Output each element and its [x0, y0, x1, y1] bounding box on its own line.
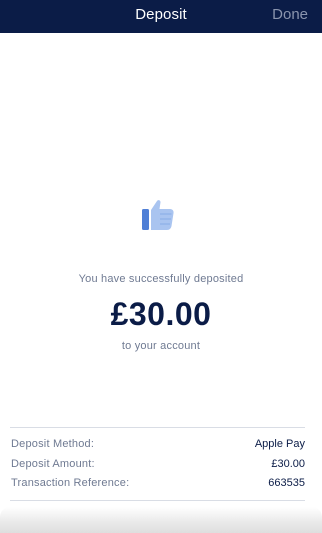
done-button[interactable]: Done — [272, 6, 308, 23]
detail-label: Transaction Reference: — [11, 477, 130, 489]
detail-row-deposit-method: Deposit Method: Apple Pay — [11, 436, 305, 452]
detail-value: Apple Pay — [254, 438, 305, 450]
detail-row-transaction-reference: Transaction Reference: 663535 — [11, 475, 305, 491]
thumbs-up-icon — [142, 200, 174, 230]
details-divider-top — [10, 427, 305, 428]
detail-row-deposit-amount: Deposit Amount: £30.00 — [11, 456, 305, 472]
detail-value: 663535 — [268, 477, 305, 489]
account-subtext: to your account — [121, 340, 201, 352]
deposit-amount: £30.00 — [110, 296, 212, 332]
bottom-sheet-edge — [0, 507, 322, 533]
detail-value: £30.00 — [271, 458, 305, 470]
deposit-confirmation-panel: You have successfully deposited £30.00 t… — [0, 33, 322, 507]
detail-label: Deposit Amount: — [11, 458, 95, 470]
top-bar: Deposit Done — [0, 0, 322, 33]
detail-label: Deposit Method: — [11, 438, 95, 450]
details-divider-bottom — [10, 500, 305, 501]
success-message: You have successfully deposited — [78, 273, 244, 285]
